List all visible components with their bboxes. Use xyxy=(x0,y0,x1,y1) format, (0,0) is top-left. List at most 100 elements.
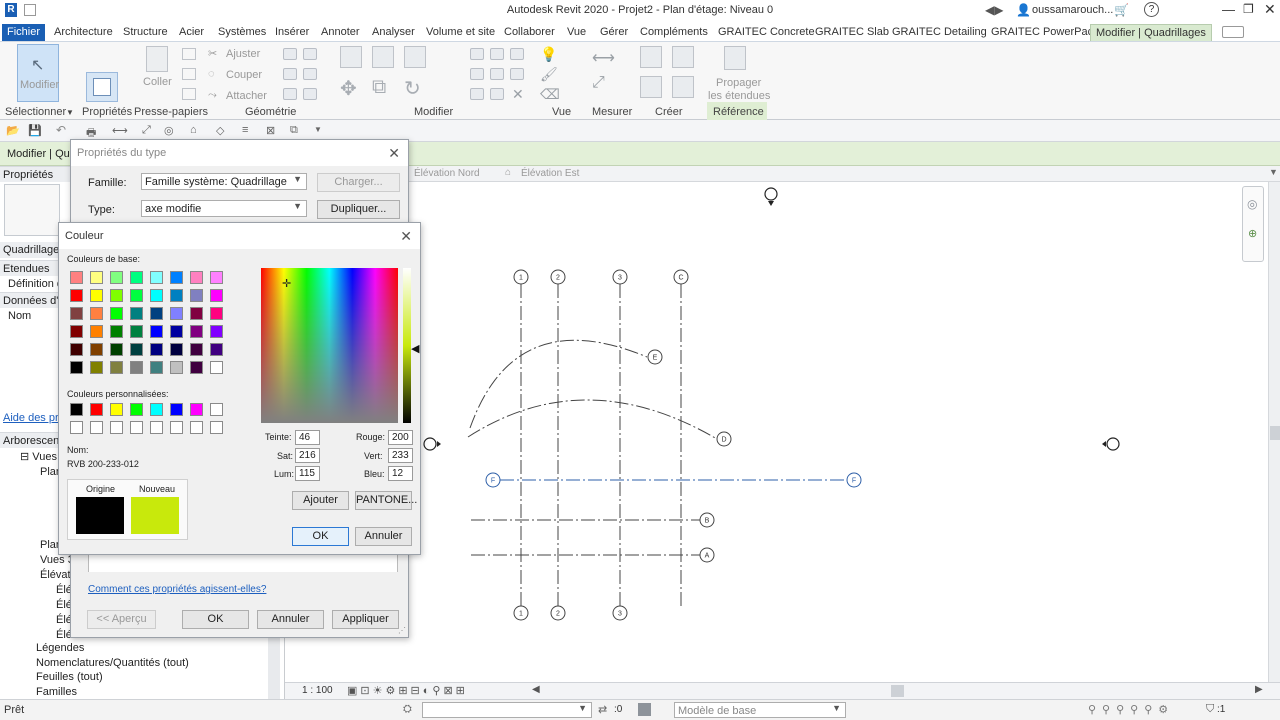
base-color-swatch[interactable] xyxy=(190,307,203,320)
tabs-menu-icon[interactable]: ▼ xyxy=(1269,167,1278,177)
base-color-swatch[interactable] xyxy=(210,289,223,302)
mirror-icon[interactable] xyxy=(404,46,426,68)
user-name[interactable]: oussamarouch... xyxy=(1032,4,1113,16)
save-icon[interactable]: 💾 xyxy=(28,124,42,137)
selection-filter-icons[interactable]: ⚲⚲⚲⚲⚲⚙ xyxy=(1088,703,1174,716)
modify-tool-e-icon[interactable] xyxy=(490,68,504,80)
tab-elevation-est[interactable]: Élévation Est xyxy=(521,168,579,179)
copy-element-icon[interactable]: ⧉ xyxy=(372,76,386,99)
custom-color-swatch[interactable] xyxy=(210,421,223,434)
thin-lines-icon[interactable]: ≡ xyxy=(242,124,248,136)
propager-label[interactable]: Propager xyxy=(716,77,761,89)
design-options-dropdown[interactable]: Modèle de base ▼ xyxy=(674,702,846,718)
custom-color-swatch[interactable] xyxy=(70,421,83,434)
view-eraser-icon[interactable]: ⌫ xyxy=(540,86,560,103)
tab-graitec-slab[interactable]: GRAITEC Slab xyxy=(815,24,889,41)
base-color-swatch[interactable] xyxy=(130,289,143,302)
restore-button[interactable]: ❐ xyxy=(1243,2,1254,16)
tab-architecture[interactable]: Architecture xyxy=(54,24,113,41)
horizontal-scroll-thumb[interactable] xyxy=(891,685,904,697)
sat-input[interactable]: 216 xyxy=(295,448,320,463)
scroll-left-icon[interactable]: ◀ xyxy=(532,684,540,695)
base-color-swatch[interactable] xyxy=(110,361,123,374)
section-icon[interactable]: ◇ xyxy=(216,124,224,137)
open-icon[interactable]: 📂 xyxy=(6,124,20,137)
modify-tool-g-icon[interactable] xyxy=(470,88,484,100)
attacher-label[interactable]: Attacher xyxy=(226,90,267,102)
tab-analyser[interactable]: Analyser xyxy=(372,24,415,41)
base-color-swatch[interactable] xyxy=(210,271,223,284)
switch-windows-icon[interactable]: ⧉ xyxy=(290,124,298,137)
tab-graitec-detailing[interactable]: GRAITEC Detailing xyxy=(892,24,987,41)
couper-label[interactable]: Couper xyxy=(226,69,262,81)
grid-arc-d[interactable] xyxy=(467,399,718,440)
base-color-swatch[interactable] xyxy=(90,325,103,338)
tab-annoter[interactable]: Annoter xyxy=(321,24,360,41)
tab-gerer[interactable]: Gérer xyxy=(600,24,628,41)
measure-qat-icon[interactable]: ⟷ xyxy=(112,124,128,137)
tab-structure[interactable]: Structure xyxy=(123,24,168,41)
dimension-qat-icon[interactable]: ⤢ xyxy=(142,124,151,137)
nav-arrows-icon[interactable]: ◀▶ xyxy=(985,3,1003,17)
base-color-swatch[interactable] xyxy=(130,361,143,374)
vert-input[interactable]: 233 xyxy=(388,448,413,463)
view-scale[interactable]: 1 : 100 xyxy=(302,685,333,696)
coller-label[interactable]: Coller xyxy=(143,76,172,88)
close-window-button[interactable]: ✕ xyxy=(1264,1,1276,18)
base-color-swatch[interactable] xyxy=(150,325,163,338)
ajuster-label[interactable]: Ajuster xyxy=(226,48,260,60)
tab-complements[interactable]: Compléments xyxy=(640,24,708,41)
tab-inserer[interactable]: Insérer xyxy=(275,24,309,41)
base-color-swatch[interactable] xyxy=(210,325,223,338)
create-similar-icon[interactable] xyxy=(672,46,694,68)
custom-color-swatch[interactable] xyxy=(150,403,163,416)
base-color-swatch[interactable] xyxy=(130,271,143,284)
create-group-icon[interactable] xyxy=(640,46,662,68)
base-color-swatch[interactable] xyxy=(170,307,183,320)
custom-color-swatch[interactable] xyxy=(190,403,203,416)
etendues-label[interactable]: les étendues xyxy=(708,90,770,102)
tree-feuilles[interactable]: Feuilles (tout) xyxy=(0,669,285,685)
custom-color-swatch[interactable] xyxy=(210,403,223,416)
base-color-swatch[interactable] xyxy=(190,271,203,284)
custom-color-swatch[interactable] xyxy=(110,403,123,416)
steering-wheel-icon[interactable]: ◎ xyxy=(1247,197,1257,211)
base-color-swatch[interactable] xyxy=(110,289,123,302)
base-color-swatch[interactable] xyxy=(70,343,83,356)
geometry-tool-5-icon[interactable] xyxy=(283,88,297,100)
base-color-swatch[interactable] xyxy=(170,271,183,284)
base-color-swatch[interactable] xyxy=(130,343,143,356)
type-ok-button[interactable]: OK xyxy=(182,610,249,629)
cart-icon[interactable]: 🛒 xyxy=(1114,3,1129,17)
tab-volume[interactable]: Volume et site xyxy=(426,24,495,41)
browser-scrollbar[interactable] xyxy=(268,636,280,700)
tab-acier[interactable]: Acier xyxy=(179,24,204,41)
workset-icon[interactable]: ⛭ xyxy=(403,703,412,716)
base-color-swatch[interactable] xyxy=(170,361,183,374)
base-color-swatch[interactable] xyxy=(190,343,203,356)
apercu-button[interactable]: << Aperçu xyxy=(87,610,156,629)
geometry-tool-2-icon[interactable] xyxy=(303,48,317,60)
group-selectionner[interactable]: Sélectionner xyxy=(5,106,66,118)
base-color-swatch[interactable] xyxy=(190,361,203,374)
modify-tool-c-icon[interactable] xyxy=(510,48,524,60)
hue-saturation-spectrum[interactable]: ✛ xyxy=(261,268,398,423)
elevation-marker-north[interactable] xyxy=(764,187,778,201)
elevation-marker-east[interactable] xyxy=(1106,437,1120,451)
navigation-bar[interactable]: ◎ ⊕ xyxy=(1242,186,1264,262)
modify-tool-b-icon[interactable] xyxy=(490,48,504,60)
geometry-tool-1-icon[interactable] xyxy=(283,48,297,60)
base-color-swatch[interactable] xyxy=(70,289,83,302)
chevron-down-icon[interactable]: ▼ xyxy=(66,108,74,117)
base-color-swatch[interactable] xyxy=(90,343,103,356)
appliquer-button[interactable]: Appliquer xyxy=(332,610,399,629)
modify-tool-a-icon[interactable] xyxy=(470,48,484,60)
tab-elevation-nord[interactable]: Élévation Nord xyxy=(414,168,480,179)
tree-legendes[interactable]: Légendes xyxy=(0,640,285,656)
view-bulb-icon[interactable]: 💡 xyxy=(540,46,557,63)
luminosity-pointer-icon[interactable]: ◀ xyxy=(411,342,419,355)
custom-color-swatch[interactable] xyxy=(90,421,103,434)
view-control-icons[interactable]: ▣⊡☀⚙⊞⊟◐⚲⊠⊞ xyxy=(347,684,468,697)
editing-requests-icon[interactable]: ⇄ xyxy=(598,703,607,716)
scroll-right-icon[interactable]: ▶ xyxy=(1255,684,1263,695)
